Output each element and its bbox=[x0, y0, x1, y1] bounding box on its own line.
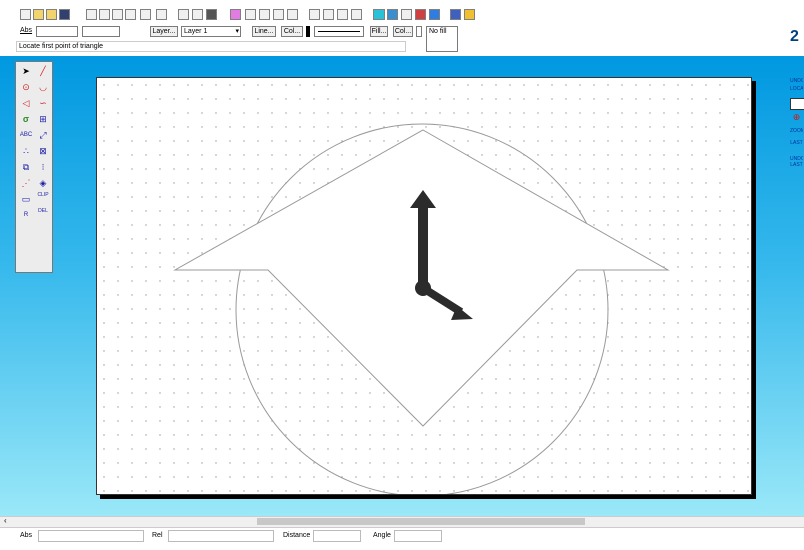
layer-front-icon[interactable] bbox=[287, 9, 298, 20]
perspective-tool-icon[interactable]: ⊞ bbox=[35, 112, 51, 126]
paste2-icon[interactable] bbox=[206, 9, 217, 20]
clock-center bbox=[415, 280, 431, 296]
align-left-icon[interactable] bbox=[245, 9, 256, 20]
arc-tool-icon[interactable]: ◡ bbox=[35, 80, 51, 94]
align-right-icon[interactable] bbox=[273, 9, 284, 20]
scroll-thumb[interactable] bbox=[257, 518, 585, 525]
status-angle-label: Angle bbox=[373, 532, 391, 539]
spiral-tool-icon[interactable]: σ bbox=[18, 112, 34, 126]
fill-preview[interactable]: No fill bbox=[426, 26, 458, 52]
text-size-icon[interactable] bbox=[140, 9, 151, 20]
save-icon[interactable] bbox=[59, 9, 70, 20]
col-button[interactable]: Col... bbox=[281, 26, 303, 37]
right-panel: 2 UNDO LOCATE ⊕ ZOOM LAST UNDO LAST bbox=[788, 28, 804, 516]
cut-icon[interactable] bbox=[178, 9, 189, 20]
copy2-icon[interactable] bbox=[192, 9, 203, 20]
status-angle-field bbox=[394, 530, 442, 542]
locate-panel-button[interactable]: LOCATE bbox=[790, 86, 803, 92]
pointer-icon[interactable]: ➤ bbox=[18, 64, 34, 78]
shape-tool-icon[interactable]: ⊠ bbox=[35, 144, 51, 158]
status-abs-label: Abs bbox=[20, 532, 33, 539]
ungroup-icon[interactable] bbox=[337, 9, 348, 20]
main-toolbar bbox=[0, 0, 804, 24]
layer-back-icon[interactable] bbox=[309, 9, 320, 20]
copy-icon[interactable] bbox=[112, 9, 123, 20]
fill-button[interactable]: Fill... bbox=[370, 26, 388, 37]
layer-button[interactable]: Layer... bbox=[150, 26, 178, 37]
tool-palette: ➤ ╱ ⊙ ◡ ◁ ∽ σ ⊞ ABC ⤢ ∴ ⊠ ⧉ ⁝ ⋰ ◈ ▭ CLIP… bbox=[15, 61, 53, 273]
undo-panel-button[interactable]: UNDO bbox=[790, 78, 803, 84]
rectangle-tool-icon[interactable]: ▭ bbox=[18, 192, 34, 206]
curve-tool-icon[interactable]: ∽ bbox=[35, 96, 51, 110]
fill-col-button[interactable]: Col... bbox=[393, 26, 413, 37]
frame-icon[interactable] bbox=[351, 9, 362, 20]
property-bar: Abs Layer... Layer 1 ▾ Line... Col... Fi… bbox=[0, 24, 804, 54]
scroll-left-icon[interactable]: ‹ bbox=[4, 516, 7, 525]
help-icon[interactable] bbox=[429, 9, 440, 20]
print-icon[interactable] bbox=[99, 9, 110, 20]
drawing-canvas[interactable] bbox=[97, 78, 751, 497]
delete-tool-icon[interactable]: DEL bbox=[35, 208, 51, 222]
clip-tool-icon[interactable]: CLIP bbox=[35, 192, 51, 206]
select-icon[interactable] bbox=[230, 9, 241, 20]
fill-color-swatch[interactable] bbox=[416, 26, 422, 37]
status-rel-label: Rel bbox=[152, 532, 163, 539]
brand-logo: 2 bbox=[790, 28, 799, 45]
frame-tool-icon[interactable]: ⧉ bbox=[18, 160, 34, 174]
eraser-tool-icon[interactable]: ◈ bbox=[35, 176, 51, 190]
horizontal-scrollbar[interactable]: ‹ bbox=[0, 516, 804, 527]
node-tool-icon[interactable]: ∴ bbox=[18, 144, 34, 158]
print-setup-icon[interactable] bbox=[86, 9, 97, 20]
pen-icon[interactable] bbox=[387, 9, 398, 20]
line-color-swatch[interactable] bbox=[306, 26, 310, 37]
rotate-tool-icon[interactable]: R bbox=[18, 208, 34, 222]
drawing-workspace[interactable]: ➤ ╱ ⊙ ◡ ◁ ∽ σ ⊞ ABC ⤢ ∴ ⊠ ⧉ ⁝ ⋰ ◈ ▭ CLIP… bbox=[0, 28, 804, 516]
info-icon[interactable] bbox=[450, 9, 461, 20]
circle-tool-icon[interactable]: ⊙ bbox=[18, 80, 34, 94]
paste-icon[interactable] bbox=[125, 9, 136, 20]
abs-y-field[interactable] bbox=[82, 26, 120, 37]
zoom-panel-button[interactable]: ZOOM bbox=[790, 128, 803, 134]
open-folder-icon[interactable] bbox=[46, 9, 57, 20]
chevron-down-icon: ▾ bbox=[235, 28, 239, 35]
line-style-select[interactable] bbox=[314, 26, 364, 37]
abs-x-field[interactable] bbox=[36, 26, 78, 37]
status-abs-field bbox=[38, 530, 144, 542]
line-tool-icon[interactable]: ╱ bbox=[35, 64, 51, 78]
open-icon[interactable] bbox=[33, 9, 44, 20]
layer-value: Layer 1 bbox=[184, 28, 208, 35]
status-rel-field bbox=[168, 530, 274, 542]
dimension-tool-icon[interactable]: ⤢ bbox=[35, 128, 51, 142]
align-center-icon[interactable] bbox=[259, 9, 270, 20]
group-icon[interactable] bbox=[323, 9, 334, 20]
prompt-line: Locate first point of triangle bbox=[16, 41, 406, 52]
status-distance-field bbox=[313, 530, 361, 542]
toggle-box[interactable] bbox=[790, 98, 804, 110]
drawing-sheet[interactable] bbox=[96, 77, 752, 497]
layers-tool-icon[interactable]: ⁝ bbox=[35, 160, 51, 174]
triangle-tool-icon[interactable]: ◁ bbox=[18, 96, 34, 110]
corner-icon[interactable] bbox=[373, 9, 385, 20]
status-bar: Abs Rel Distance Angle bbox=[0, 527, 804, 550]
status-distance-label: Distance bbox=[283, 532, 311, 539]
layer-select[interactable]: Layer 1 ▾ bbox=[181, 26, 241, 37]
color-icon[interactable] bbox=[415, 9, 426, 20]
zoom-icon[interactable]: ⊕ bbox=[790, 114, 803, 120]
insert-tool-icon[interactable]: ⋰ bbox=[18, 176, 34, 190]
text-tool-icon[interactable]: ABC bbox=[18, 128, 34, 142]
last-panel-button[interactable]: LAST bbox=[790, 140, 803, 146]
printer-icon[interactable] bbox=[401, 9, 412, 20]
new-icon[interactable] bbox=[20, 9, 31, 20]
undo-last-panel-button[interactable]: UNDO LAST bbox=[790, 156, 803, 168]
hint-icon[interactable] bbox=[464, 9, 475, 20]
undo-icon[interactable] bbox=[156, 9, 167, 20]
line-button[interactable]: Line... bbox=[252, 26, 276, 37]
abs-label: Abs bbox=[20, 27, 33, 34]
